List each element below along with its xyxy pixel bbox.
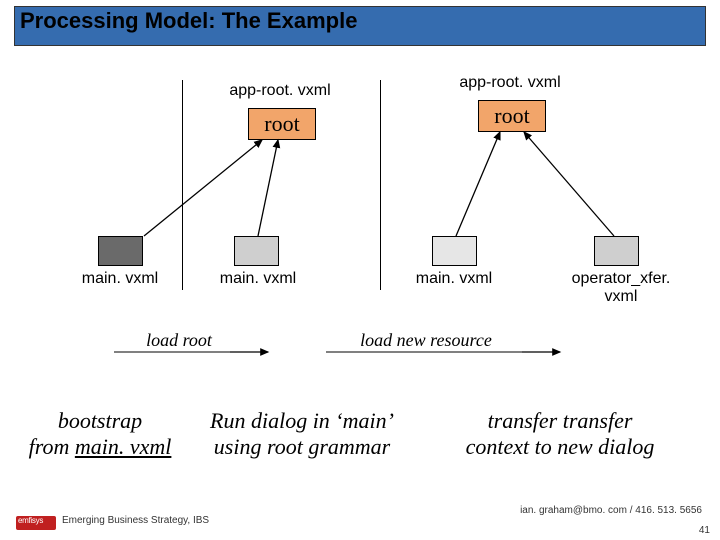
divider-2 [380, 80, 381, 290]
footer-right: ian. graham@bmo. com / 416. 513. 5656 [520, 505, 702, 516]
main-doc-2 [432, 236, 477, 266]
bootstrap-heading: bootstrap from main. vxml [10, 408, 190, 461]
main-doc-1a [98, 236, 143, 266]
app-root-label-1: app-root. vxml [210, 82, 350, 100]
transfer-heading: transfer transfercontext to new dialog [440, 408, 680, 461]
main-label-1a: main. vxml [70, 270, 170, 288]
footer-left: Emerging Business Strategy, IBS [62, 515, 209, 526]
divider-1 [182, 80, 183, 290]
main-doc-1b [234, 236, 279, 266]
root-box-2: root [478, 100, 546, 132]
load-root-label: load root [124, 330, 234, 351]
main-label-2: main. vxml [404, 270, 504, 288]
main-label-1b: main. vxml [208, 270, 308, 288]
run-heading: Run dialog in ‘main’using root grammar [192, 408, 412, 461]
slide: Processing Model: The Example app-root. … [0, 0, 720, 540]
app-root-label-2: app-root. vxml [440, 74, 580, 92]
operator-label: operator_xfer. vxml [556, 270, 686, 305]
load-new-label: load new resource [326, 330, 526, 351]
slide-title: Processing Model: The Example [20, 8, 357, 34]
operator-doc [594, 236, 639, 266]
page-number: 41 [699, 525, 710, 536]
root-box-1: root [248, 108, 316, 140]
logo [16, 516, 56, 530]
